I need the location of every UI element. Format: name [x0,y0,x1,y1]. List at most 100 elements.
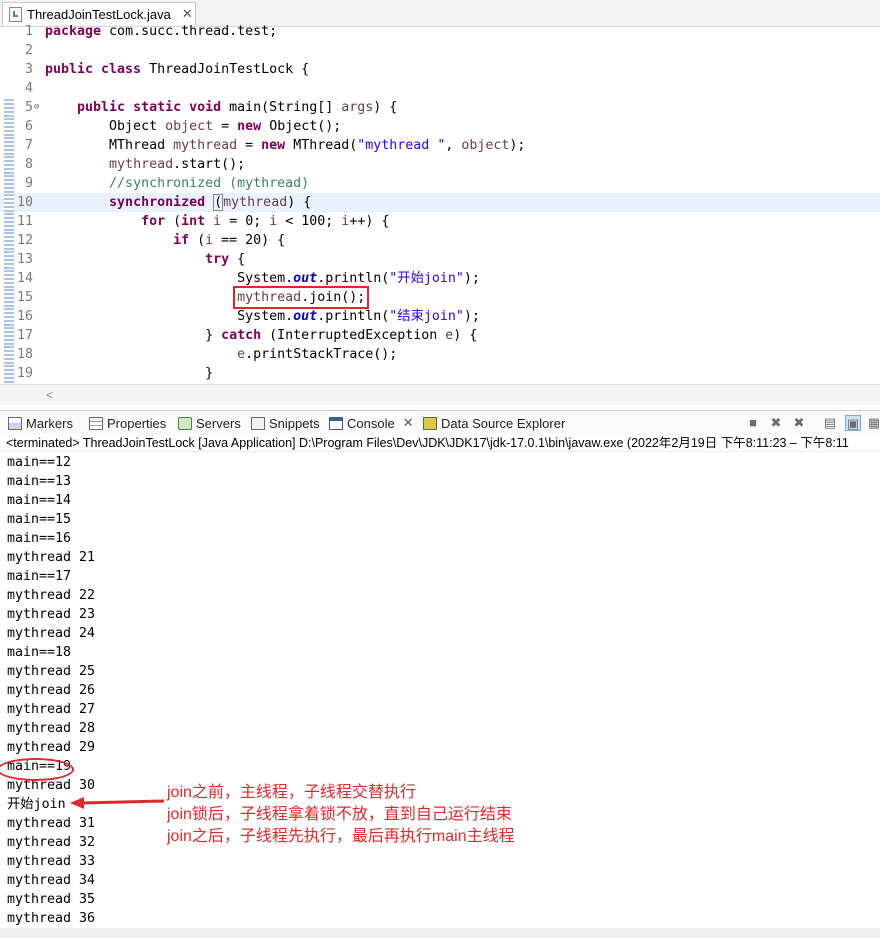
console-line: mythread 33 [7,854,96,869]
code-line[interactable]: 5 ⊖ public static void main(String[] args… [0,98,880,117]
editor-tab-label: ThreadJoinTestLock.java [27,6,171,22]
line-number: 12 [16,233,33,248]
code-text: //synchronized (mythread) [109,176,310,191]
clear-console-icon[interactable]: ▤ [822,415,838,431]
console-line: mythread 21 [7,550,96,565]
code-line[interactable]: 18 e.printStackTrace(); [0,345,880,364]
code-text: synchronized (mythread) { [109,194,312,211]
console-output[interactable]: main==12 main==13 main==14 main==15 main==16… [0,453,880,929]
close-icon[interactable]: ✕ [182,6,193,22]
code-line[interactable]: 2 [0,41,880,60]
code-text: e.printStackTrace(); [237,347,398,362]
console-line: mythread 26 [7,683,96,698]
word-wrap-icon[interactable]: ▦ [866,415,880,431]
console-line: main==15 [7,512,72,527]
code-editor[interactable]: ThreadJoinTestLock.java ✕ 1 package com.s… [0,0,880,405]
line-number: 7 [24,138,33,153]
console-line: 开始join [7,797,66,812]
console-line: main==18 [7,645,72,660]
scroll-lock-icon[interactable]: ▣ [845,415,861,431]
console-line: mythread 24 [7,626,96,641]
console-line: main==17 [7,569,72,584]
code-line[interactable]: 10 synchronized (mythread) { [0,193,880,212]
console-line: mythread 27 [7,702,96,717]
horizontal-scrollbar[interactable]: < [0,384,880,405]
tab-data-source-explorer[interactable]: Data Source Explorer [423,414,565,432]
code-line[interactable]: 6 Object object = new Object(); [0,117,880,136]
line-number: 5 [24,100,33,115]
code-line[interactable]: 12 if (i == 20) { [0,231,880,250]
remove-launch-icon[interactable]: ✖ [768,415,784,431]
view-tab-bar: Markers Properties Servers Snippets Cons… [0,410,880,436]
code-area[interactable]: 1 package com.succ.thread.test; 2 3 public c… [0,22,880,384]
code-line[interactable]: 9 //synchronized (mythread) [0,174,880,193]
code-text: public class ThreadJoinTestLock { [45,62,310,77]
code-line[interactable]: 16 System.out.println("结束join"); [0,307,880,326]
code-line[interactable]: 17 } catch (InterruptedException e) { [0,326,880,345]
console-line: main==16 [7,531,72,546]
line-number: 10 [16,195,33,210]
tab-console[interactable]: Console ✕ [329,414,414,432]
tab-properties[interactable]: Properties [89,414,166,432]
servers-icon [178,416,192,430]
code-line[interactable]: 1 package com.succ.thread.test; [0,22,880,41]
console-line: mythread 31 [7,816,96,831]
line-number: 2 [24,43,33,58]
scroll-left-icon[interactable]: < [46,388,53,402]
line-number: 18 [16,347,33,362]
fold-toggle-icon[interactable]: ⊖ [34,98,39,117]
console-line: mythread 32 [7,835,96,850]
line-number: 4 [24,81,33,96]
line-number: 14 [16,271,33,286]
java-file-icon [9,6,22,22]
console-line: mythread 23 [7,607,96,622]
code-line[interactable]: 19 } [0,364,880,383]
code-text: System.out.println("结束join"); [45,309,480,324]
terminate-icon[interactable]: ■ [745,415,761,431]
code-text: public static void main(String[] args) { [77,100,398,115]
code-text: for (int i = 0; i < 100; i++) { [141,214,390,229]
line-number: 19 [16,366,33,381]
snippets-icon [251,416,265,430]
data-source-explorer-icon [423,416,437,430]
line-number: 11 [16,214,33,229]
code-line[interactable]: 4 [0,79,880,98]
line-number: 16 [16,309,33,324]
code-text: MThread mythread = new MThread("mythread… [45,138,526,153]
code-text: if (i == 20) { [173,233,286,248]
tab-snippets[interactable]: Snippets [251,414,320,432]
code-line[interactable]: 7 MThread mythread = new MThread("mythre… [0,136,880,155]
console-line: mythread 22 [7,588,96,603]
tab-servers[interactable]: Servers [178,414,241,432]
line-number: 1 [24,24,33,39]
markers-icon [8,416,22,430]
code-line[interactable]: 8 mythread.start(); [0,155,880,174]
console-horizontal-scrollbar[interactable] [0,928,880,938]
console-line: mythread 29 [7,740,96,755]
annotation-arrow [70,797,165,809]
close-icon[interactable]: ✕ [403,415,414,431]
console-line: mythread 35 [7,892,96,907]
code-text: } catch (InterruptedException e) { [45,328,478,343]
code-text: try { [205,252,246,267]
line-number: 3 [24,62,33,77]
code-line[interactable]: 15 mythread.join(); [0,286,880,309]
code-text: } [45,366,214,381]
code-line[interactable]: 11 for (int i = 0; i < 100; i++) { [0,212,880,231]
console-line: mythread 34 [7,873,96,888]
line-number: 9 [24,176,33,191]
code-line[interactable]: 14 System.out.println("开始join"); [0,269,880,288]
tab-markers[interactable]: Markers [8,414,73,432]
line-number: 15 [16,290,33,305]
console-icon [329,416,343,430]
console-line: main==14 [7,493,72,508]
console-line: mythread 25 [7,664,96,679]
code-line[interactable]: 3 public class ThreadJoinTestLock { [0,60,880,79]
code-text: Object object = new Object(); [45,119,342,134]
remove-all-terminated-icon[interactable]: ✖ [791,415,807,431]
code-line[interactable]: 13 try { [0,250,880,269]
line-number: 17 [16,328,33,343]
highlight-ellipse [0,758,74,781]
annotation-line-1: join之前，主线程，子线程交替执行 [167,784,416,801]
console-status: <terminated> ThreadJoinTestLock [Java Ap… [0,434,880,452]
